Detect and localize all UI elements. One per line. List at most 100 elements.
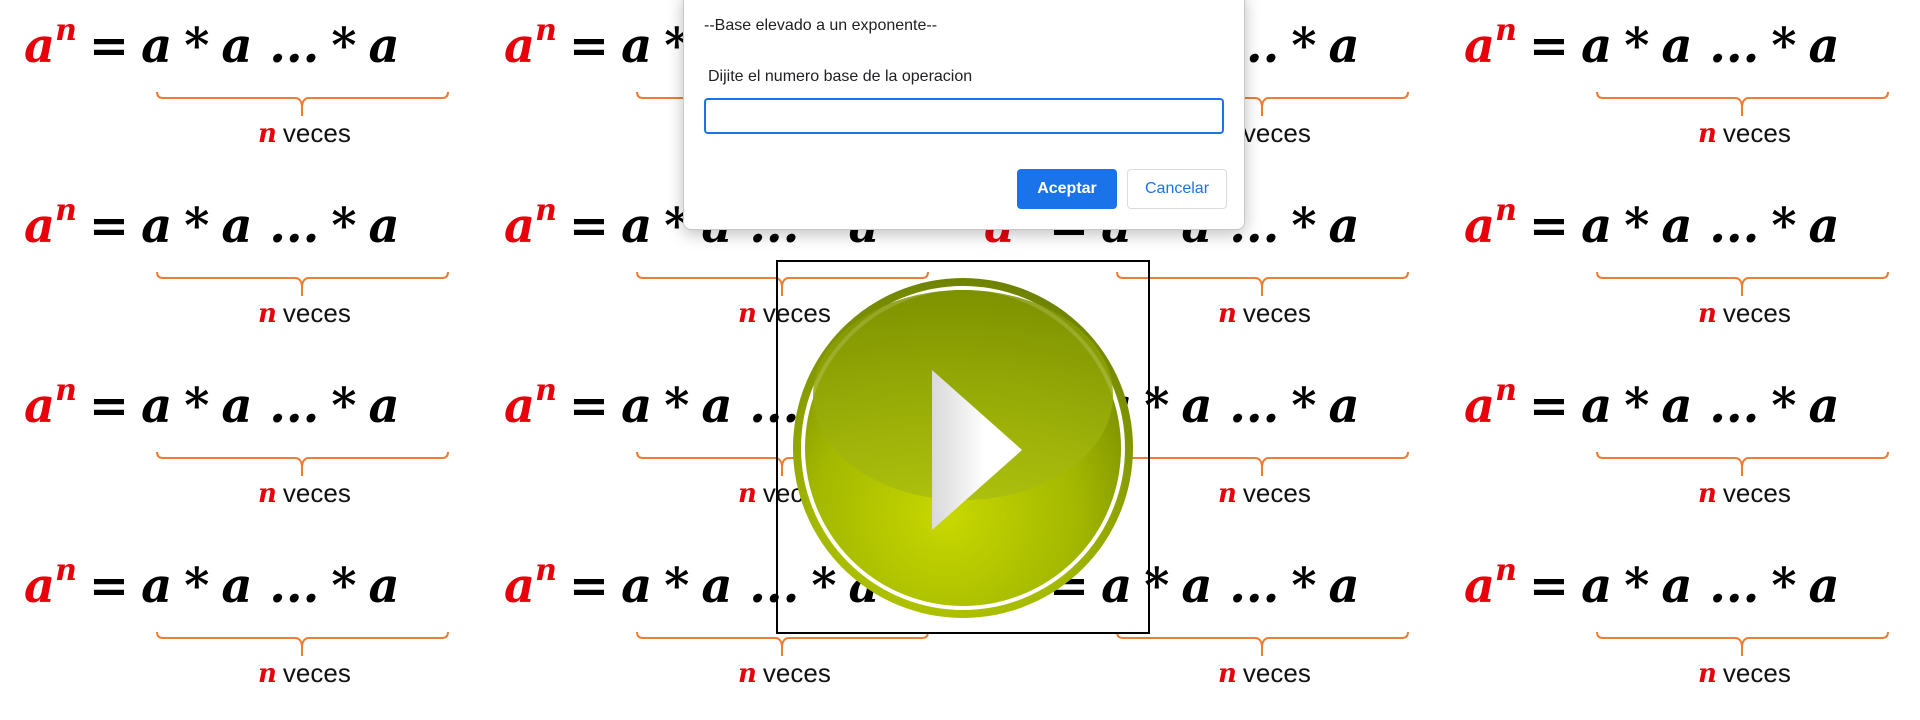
- underbrace: [1596, 631, 1889, 656]
- formula-times: *: [1624, 18, 1650, 74]
- formula-base: a: [1464, 198, 1496, 254]
- caption-variable: n: [1698, 659, 1717, 689]
- caption-word: veces: [1722, 658, 1791, 688]
- formula-times: *: [1291, 18, 1317, 74]
- formula-exponent: n: [1495, 553, 1517, 588]
- underbrace: [1596, 91, 1889, 116]
- cancel-button[interactable]: Cancelar: [1127, 169, 1227, 209]
- formula-factor: a: [1661, 198, 1693, 254]
- caption-word: veces: [1242, 118, 1311, 148]
- formula: an=a*a ...*a: [1464, 6, 1840, 86]
- dialog-title: --Base elevado a un exponente--: [704, 17, 938, 34]
- caption-variable: n: [258, 119, 277, 149]
- formula-factor: a: [221, 198, 253, 254]
- formula-equals: =: [568, 558, 610, 614]
- underbrace: [156, 451, 449, 476]
- formula-times: *: [664, 558, 690, 614]
- formula-base: a: [504, 558, 536, 614]
- formula-times: *: [1771, 198, 1797, 254]
- formula-factor: a: [141, 198, 173, 254]
- formula-equals: =: [88, 18, 130, 74]
- formula: an=a*a ...*a: [24, 186, 400, 266]
- caption: nveces: [1698, 298, 1791, 329]
- formula-exponent: n: [535, 373, 557, 408]
- caption-word: veces: [282, 118, 351, 148]
- caption: nveces: [258, 298, 351, 329]
- formula-times: *: [1771, 378, 1797, 434]
- formula-base: a: [1464, 18, 1496, 74]
- formula-factor: a: [1808, 378, 1840, 434]
- formula-factor: a: [221, 558, 253, 614]
- formula-factor: a: [701, 558, 733, 614]
- formula-ellipsis: ...: [1229, 558, 1280, 614]
- formula-factor: a: [1328, 18, 1360, 74]
- formula-times: *: [331, 558, 357, 614]
- caption-variable: n: [258, 659, 277, 689]
- formula-equals: =: [1528, 558, 1570, 614]
- caption-variable: n: [258, 299, 277, 329]
- formula-times: *: [184, 18, 210, 74]
- caption-variable: n: [1698, 479, 1717, 509]
- accept-button[interactable]: Aceptar: [1017, 169, 1117, 209]
- formula-ellipsis: ...: [1229, 378, 1280, 434]
- caption-variable: n: [1218, 299, 1237, 329]
- formula-factor: a: [141, 18, 173, 74]
- formula-equals: =: [88, 558, 130, 614]
- caption-variable: n: [738, 299, 757, 329]
- formula-times: *: [184, 558, 210, 614]
- formula-times: *: [184, 378, 210, 434]
- formula-exponent: n: [55, 193, 77, 228]
- formula-factor: a: [1581, 378, 1613, 434]
- formula-factor: a: [1661, 558, 1693, 614]
- caption-word: veces: [1722, 118, 1791, 148]
- formula: an=a*a ...*a: [1464, 186, 1840, 266]
- formula-times: *: [331, 378, 357, 434]
- formula-factor: a: [1581, 198, 1613, 254]
- formula-factor: a: [1181, 558, 1213, 614]
- formula-exponent: n: [535, 553, 557, 588]
- underbrace: [1116, 271, 1409, 296]
- underbrace: [156, 271, 449, 296]
- formula-times: *: [1291, 558, 1317, 614]
- formula-base: a: [1464, 558, 1496, 614]
- formula-equals: =: [1528, 378, 1570, 434]
- caption-word: veces: [282, 478, 351, 508]
- formula-base: a: [504, 198, 536, 254]
- formula-exponent: n: [55, 553, 77, 588]
- base-number-input[interactable]: [704, 98, 1224, 134]
- caption-word: veces: [1242, 658, 1311, 688]
- formula-factor: a: [1581, 558, 1613, 614]
- formula-factor: a: [1328, 558, 1360, 614]
- formula-equals: =: [88, 378, 130, 434]
- formula-times: *: [664, 378, 690, 434]
- caption-variable: n: [1698, 299, 1717, 329]
- formula-equals: =: [568, 378, 610, 434]
- caption-word: veces: [1242, 298, 1311, 328]
- formula-tile: an=a*a ...*anveces: [1440, 0, 1920, 180]
- formula-factor: a: [368, 558, 400, 614]
- formula-tile: an=a*a ...*a nveces: [1440, 180, 1920, 360]
- play-button[interactable]: [790, 275, 1136, 621]
- dialog-message: Dijite el numero base de la operacion: [708, 68, 973, 85]
- formula-equals: =: [568, 18, 610, 74]
- formula-times: *: [1624, 378, 1650, 434]
- formula-times: *: [1291, 378, 1317, 434]
- formula-factor: a: [621, 18, 653, 74]
- caption-variable: n: [1218, 479, 1237, 509]
- formula-factor: a: [1328, 378, 1360, 434]
- formula-factor: a: [1661, 18, 1693, 74]
- formula-equals: =: [88, 198, 130, 254]
- formula-base: a: [24, 378, 56, 434]
- formula-tile: an=a*a ...*anveces: [0, 180, 480, 360]
- formula-tile: an=a*a ...*anveces: [0, 540, 480, 720]
- caption-word: veces: [282, 658, 351, 688]
- formula-factor: a: [368, 198, 400, 254]
- formula-times: *: [1771, 18, 1797, 74]
- underbrace: [1596, 451, 1889, 476]
- caption: nveces: [1698, 658, 1791, 689]
- formula-base: a: [504, 378, 536, 434]
- caption: nveces: [258, 658, 351, 689]
- formula-factor: a: [1808, 198, 1840, 254]
- formula-times: *: [1624, 198, 1650, 254]
- formula-factor: a: [621, 558, 653, 614]
